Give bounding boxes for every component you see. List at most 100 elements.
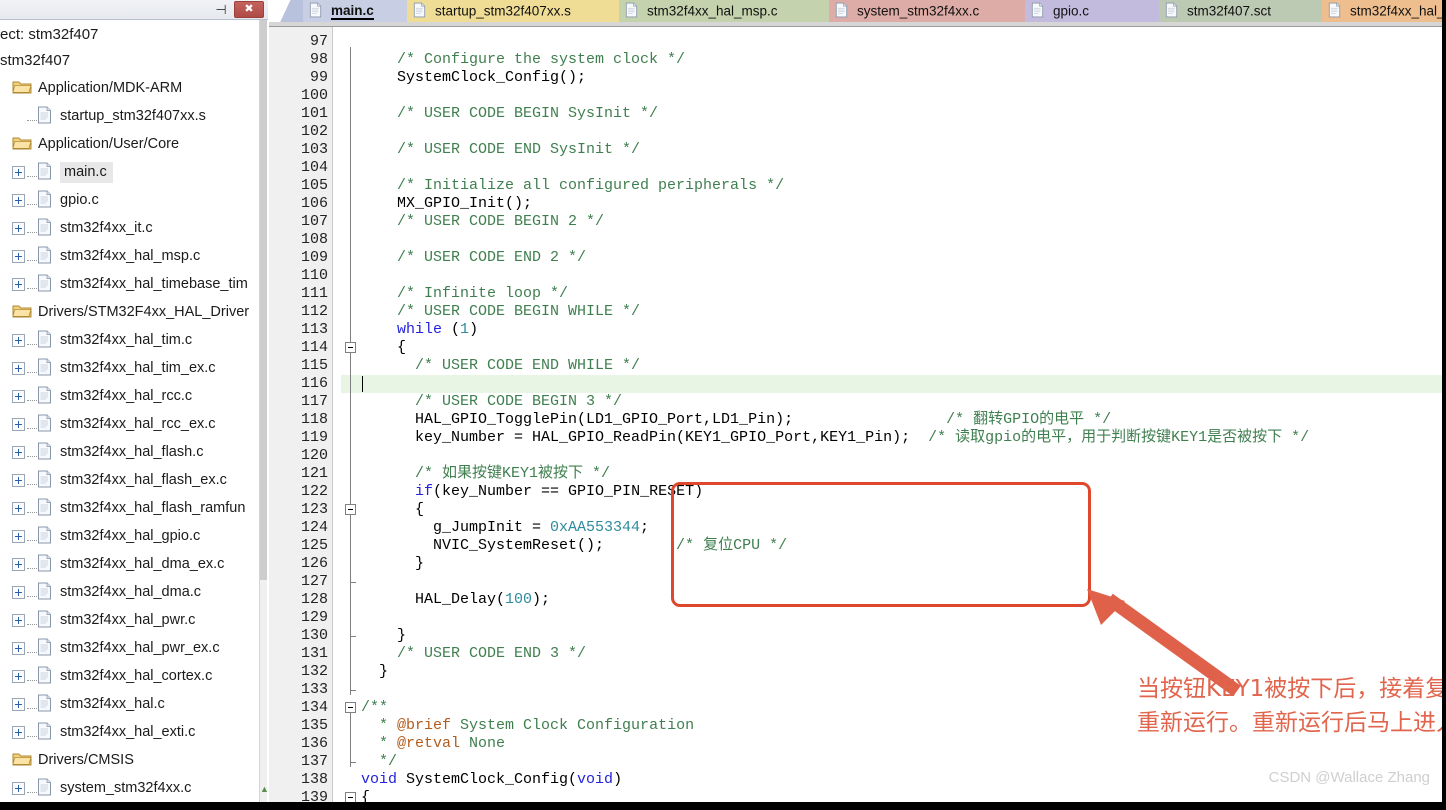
- tree-file-13[interactable]: stm32f4xx_hal_flash.c: [0, 438, 258, 466]
- expand-icon[interactable]: [12, 529, 25, 543]
- editor-tab-0[interactable]: main.c: [303, 0, 407, 22]
- fold-toggle-icon[interactable]: [345, 792, 356, 802]
- file-icon: [37, 610, 52, 628]
- tree-group-2[interactable]: Application/User/Core: [0, 130, 258, 158]
- code-line[interactable]: {: [361, 789, 370, 802]
- code-line[interactable]: /* Infinite loop */: [361, 285, 568, 303]
- tree-group-0[interactable]: Application/MDK-ARM: [0, 74, 258, 102]
- tree-file-9[interactable]: stm32f4xx_hal_tim.c: [0, 326, 258, 354]
- tree-file-23[interactable]: stm32f4xx_hal_exti.c: [0, 718, 258, 746]
- code-line[interactable]: /* USER CODE BEGIN WHILE */: [361, 303, 640, 321]
- code-line[interactable]: {: [361, 339, 406, 357]
- code-line[interactable]: /* USER CODE END SysInit */: [361, 141, 640, 159]
- editor-tab-6[interactable]: stm32f4xx_hal_: [1322, 0, 1446, 22]
- tree-file-18[interactable]: stm32f4xx_hal_dma.c: [0, 578, 258, 606]
- editor-tab-4[interactable]: gpio.c: [1025, 0, 1159, 22]
- tree-file-22[interactable]: stm32f4xx_hal.c: [0, 690, 258, 718]
- code-line[interactable]: {: [361, 501, 424, 519]
- code-line[interactable]: /* Configure the system clock */: [361, 51, 685, 69]
- editor-tab-2[interactable]: stm32f4xx_hal_msp.c: [619, 0, 829, 22]
- code-line[interactable]: /* USER CODE BEGIN 3 */: [361, 393, 622, 411]
- tree-file-10[interactable]: stm32f4xx_hal_tim_ex.c: [0, 354, 258, 382]
- expand-icon[interactable]: [12, 221, 25, 235]
- expand-icon[interactable]: [12, 165, 25, 179]
- code-line[interactable]: g_JumpInit = 0xAA553344;: [361, 519, 649, 537]
- expand-icon[interactable]: [12, 641, 25, 655]
- project-pane-scrollbar[interactable]: ▲: [259, 20, 269, 810]
- code-line[interactable]: }: [361, 555, 424, 573]
- tree-file-21[interactable]: stm32f4xx_hal_cortex.c: [0, 662, 258, 690]
- code-line[interactable]: /* Initialize all configured peripherals…: [361, 177, 784, 195]
- code-line[interactable]: /* USER CODE END 2 */: [361, 249, 586, 267]
- code-line[interactable]: MX_GPIO_Init();: [361, 195, 532, 213]
- code-line[interactable]: HAL_GPIO_TogglePin(LD1_GPIO_Port,LD1_Pin…: [361, 411, 1111, 429]
- expand-icon[interactable]: [12, 193, 25, 207]
- fold-toggle-icon[interactable]: [345, 702, 356, 713]
- code-line[interactable]: void SystemClock_Config(void): [361, 771, 622, 789]
- code-line[interactable]: /* 如果按键KEY1被按下 */: [361, 465, 610, 483]
- expand-icon[interactable]: [12, 249, 25, 263]
- expand-icon[interactable]: [12, 445, 25, 459]
- close-icon[interactable]: ✖: [234, 1, 264, 18]
- editor-tab-5[interactable]: stm32f407.sct: [1159, 0, 1322, 22]
- pin-icon[interactable]: ⊣: [212, 1, 230, 18]
- scroll-down-icon[interactable]: ▲: [260, 784, 269, 794]
- code-line[interactable]: while (1): [361, 321, 478, 339]
- expand-icon[interactable]: [12, 781, 25, 795]
- code-editor[interactable]: 97 98 /* Configure the system clock */99 …: [269, 27, 1446, 802]
- expand-icon[interactable]: [12, 557, 25, 571]
- tree-group-24[interactable]: Drivers/CMSIS: [0, 746, 258, 774]
- tree-group-8[interactable]: Drivers/STM32F4xx_HAL_Driver: [0, 298, 258, 326]
- code-line[interactable]: HAL_Delay(100);: [361, 591, 550, 609]
- expand-icon[interactable]: [12, 725, 25, 739]
- code-line[interactable]: * @retval None: [361, 735, 505, 753]
- code-line[interactable]: }: [361, 663, 388, 681]
- expand-icon[interactable]: [12, 473, 25, 487]
- tree-file-5[interactable]: stm32f4xx_it.c: [0, 214, 258, 242]
- tree-connector: [27, 359, 37, 374]
- project-tree-scroll[interactable]: ect: stm32f407 stm32f407 Application/MDK…: [0, 20, 268, 810]
- code-line[interactable]: */: [361, 753, 397, 771]
- expand-icon[interactable]: [12, 389, 25, 403]
- tree-file-14[interactable]: stm32f4xx_hal_flash_ex.c: [0, 466, 258, 494]
- expand-icon[interactable]: [12, 333, 25, 347]
- expand-icon[interactable]: [12, 361, 25, 375]
- tree-file-12[interactable]: stm32f4xx_hal_rcc_ex.c: [0, 410, 258, 438]
- expand-icon[interactable]: [12, 585, 25, 599]
- tree-file-17[interactable]: stm32f4xx_hal_dma_ex.c: [0, 550, 258, 578]
- expand-icon[interactable]: [12, 277, 25, 291]
- code-line[interactable]: /* USER CODE BEGIN 2 */: [361, 213, 604, 231]
- tree-file-25[interactable]: system_stm32f4xx.c: [0, 774, 258, 802]
- editor-tab-1[interactable]: startup_stm32f407xx.s: [407, 0, 619, 22]
- tree-file-3[interactable]: main.c: [0, 158, 258, 186]
- editor-tab-3[interactable]: system_stm32f4xx.c: [829, 0, 1025, 22]
- tree-file-6[interactable]: stm32f4xx_hal_msp.c: [0, 242, 258, 270]
- tree-file-11[interactable]: stm32f4xx_hal_rcc.c: [0, 382, 258, 410]
- fold-toggle-icon[interactable]: [345, 342, 356, 353]
- expand-icon[interactable]: [12, 501, 25, 515]
- code-line[interactable]: SystemClock_Config();: [361, 69, 586, 87]
- code-line[interactable]: NVIC_SystemReset(); /* 复位CPU */: [361, 537, 787, 555]
- code-line[interactable]: key_Number = HAL_GPIO_ReadPin(KEY1_GPIO_…: [361, 429, 1309, 447]
- expand-icon[interactable]: [12, 669, 25, 683]
- code-line[interactable]: /**: [361, 699, 388, 717]
- code-line[interactable]: }: [361, 627, 406, 645]
- tree-file-7[interactable]: stm32f4xx_hal_timebase_tim: [0, 270, 258, 298]
- tree-file-4[interactable]: gpio.c: [0, 186, 258, 214]
- code-line[interactable]: /* USER CODE END 3 */: [361, 645, 586, 663]
- tree-file-15[interactable]: stm32f4xx_hal_flash_ramfun: [0, 494, 258, 522]
- tree-file-16[interactable]: stm32f4xx_hal_gpio.c: [0, 522, 258, 550]
- tree-file-20[interactable]: stm32f4xx_hal_pwr_ex.c: [0, 634, 258, 662]
- tree-item-label: Application/User/Core: [38, 136, 180, 153]
- code-line[interactable]: /* USER CODE BEGIN SysInit */: [361, 105, 658, 123]
- project-pane-scroll-thumb[interactable]: [260, 20, 267, 580]
- code-line[interactable]: * @brief System Clock Configuration: [361, 717, 694, 735]
- code-line[interactable]: /* USER CODE END WHILE */: [361, 357, 640, 375]
- tree-file-19[interactable]: stm32f4xx_hal_pwr.c: [0, 606, 258, 634]
- tree-file-1[interactable]: startup_stm32f407xx.s: [0, 102, 258, 130]
- code-line[interactable]: if(key_Number == GPIO_PIN_RESET): [361, 483, 703, 501]
- expand-icon[interactable]: [12, 697, 25, 711]
- expand-icon[interactable]: [12, 613, 25, 627]
- fold-toggle-icon[interactable]: [345, 504, 356, 515]
- expand-icon[interactable]: [12, 417, 25, 431]
